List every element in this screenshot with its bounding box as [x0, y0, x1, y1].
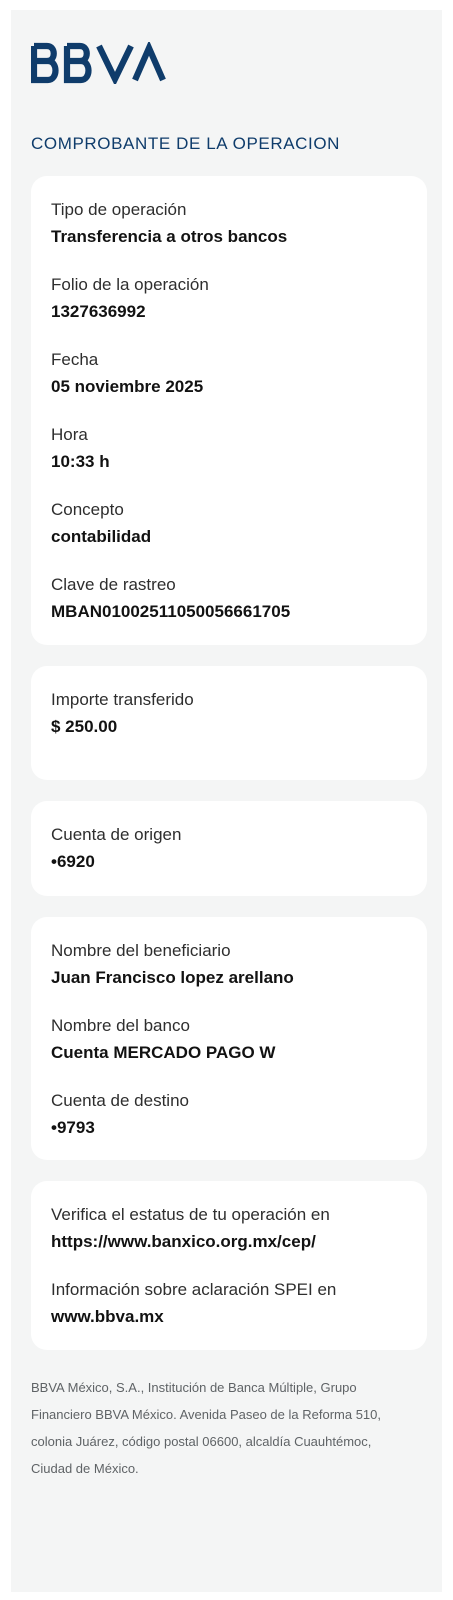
beneficiary-name-value: Juan Francisco lopez arellano [51, 968, 294, 987]
date-field: Fecha 05 noviembre 2025 [51, 348, 411, 399]
concept-label: Concepto [51, 500, 124, 519]
destination-account-label: Cuenta de destino [51, 1091, 189, 1110]
bbva-link[interactable]: www.bbva.mx [51, 1305, 411, 1329]
folio-value: 1327636992 [51, 302, 146, 321]
origin-account-value: •6920 [51, 852, 95, 871]
operation-details-card: Tipo de operación Transferencia a otros … [31, 176, 427, 645]
verification-card: Verifica el estatus de tu operación en h… [31, 1181, 427, 1350]
amount-value: $ 250.00 [51, 717, 118, 736]
concept-value: contabilidad [51, 527, 152, 546]
tracking-key-label: Clave de rastreo [51, 575, 176, 594]
bank-name-value: Cuenta MERCADO PAGO W [51, 1043, 276, 1062]
date-label: Fecha [51, 350, 99, 369]
origin-account-label: Cuenta de origen [51, 825, 182, 844]
folio-field: Folio de la operación 1327636992 [51, 273, 411, 324]
folio-label: Folio de la operación [51, 275, 209, 294]
operation-type-label: Tipo de operación [51, 200, 187, 219]
amount-field: Importe transferido $ 250.00 [51, 688, 411, 739]
beneficiary-name-field: Nombre del beneficiario Juan Francisco l… [51, 939, 411, 990]
tracking-key-field: Clave de rastreo MBAN0100251105005666170… [51, 573, 411, 624]
time-value: 10:33 h [51, 452, 110, 471]
beneficiary-card: Nombre del beneficiario Juan Francisco l… [31, 917, 427, 1160]
beneficiary-name-label: Nombre del beneficiario [51, 941, 231, 960]
bank-name-field: Nombre del banco Cuenta MERCADO PAGO W [51, 1014, 411, 1065]
spei-info-label: Información sobre aclaración SPEI en [51, 1280, 337, 1299]
page-title: COMPROBANTE DE LA OPERACION [31, 134, 341, 153]
status-check-label: Verifica el estatus de tu operación en [51, 1205, 330, 1224]
amount-label: Importe transferido [51, 690, 194, 709]
concept-field: Concepto contabilidad [51, 498, 411, 549]
amount-card: Importe transferido $ 250.00 [31, 666, 427, 780]
time-field: Hora 10:33 h [51, 423, 411, 474]
destination-account-field: Cuenta de destino •9793 [51, 1089, 411, 1140]
origin-account-field: Cuenta de origen •6920 [51, 823, 411, 874]
time-label: Hora [51, 425, 88, 444]
receipt-page: COMPROBANTE DE LA OPERACION Tipo de oper… [11, 10, 442, 1592]
date-value: 05 noviembre 2025 [51, 377, 204, 396]
operation-type-value: Transferencia a otros bancos [51, 227, 288, 246]
destination-account-value: •9793 [51, 1118, 95, 1137]
banxico-link[interactable]: https://www.banxico.org.mx/cep/ [51, 1230, 411, 1254]
operation-type-field: Tipo de operación Transferencia a otros … [51, 198, 411, 249]
bbva-logo [31, 42, 166, 84]
spei-info-field: Información sobre aclaración SPEI en www… [51, 1278, 411, 1329]
tracking-key-value: MBAN01002511050056661705 [51, 602, 291, 621]
bank-name-label: Nombre del banco [51, 1016, 190, 1035]
legal-footer: BBVA México, S.A., Institución de Banca … [31, 1380, 381, 1476]
origin-account-card: Cuenta de origen •6920 [31, 801, 427, 896]
status-check-field: Verifica el estatus de tu operación en h… [51, 1203, 411, 1254]
